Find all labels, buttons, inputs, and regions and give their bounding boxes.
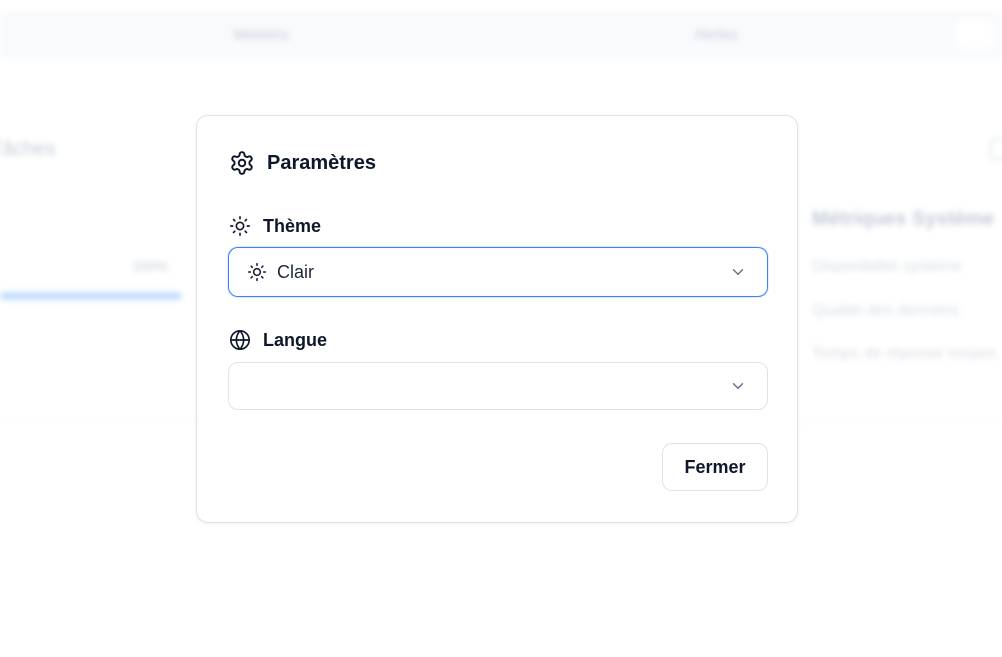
language-label-row: Langue [229, 329, 327, 351]
theme-select[interactable]: Clair [228, 247, 768, 297]
background-right-icon [990, 138, 1002, 160]
theme-select-value: Clair [277, 261, 315, 282]
sun-icon [247, 262, 267, 282]
language-select[interactable] [228, 362, 768, 410]
background-header-button [955, 20, 995, 50]
chevron-down-icon [729, 377, 747, 395]
chevron-down-icon [729, 263, 747, 281]
settings-dialog: Paramètres Thème Clair Langue Fermer [196, 115, 798, 523]
background-left-title: Tâches [0, 138, 56, 160]
language-label: Langue [263, 329, 328, 350]
background-metric-line: Temps de réponse moyen [812, 345, 997, 362]
background-metric-line: Disponibilité système [812, 258, 963, 275]
close-button[interactable]: Fermer [662, 443, 768, 491]
background-header [0, 12, 1002, 58]
background-right-title: Métriques Système [812, 208, 995, 230]
dialog-header: Paramètres [229, 150, 376, 176]
gear-icon [229, 150, 255, 176]
background-progress-bar [0, 292, 182, 300]
background-nav-item: Alertes [694, 26, 738, 42]
sun-icon [229, 215, 251, 237]
background-left-percent: 100% [132, 258, 168, 274]
theme-label-row: Thème [229, 215, 321, 237]
background-nav-item: Missions [234, 26, 289, 42]
theme-label: Thème [263, 215, 322, 236]
background-metric-line: Qualité des données [812, 302, 959, 319]
dialog-title: Paramètres [267, 151, 376, 174]
globe-icon [229, 329, 251, 351]
